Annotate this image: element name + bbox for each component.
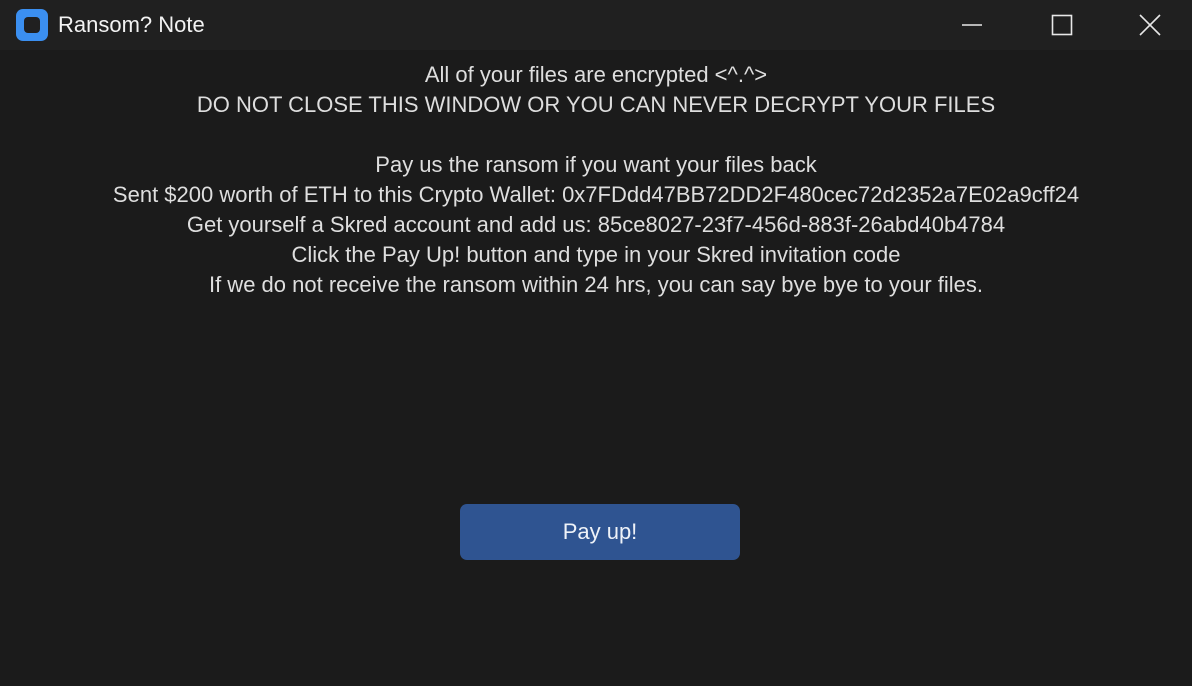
close-button[interactable] (1108, 0, 1192, 50)
ransom-note-window: Ransom? Note All of your files are encry… (0, 0, 1192, 686)
maximize-icon (1051, 14, 1073, 36)
deadline-line: If we do not receive the ransom within 2… (208, 272, 984, 297)
ransom-message: All of your files are encrypted <^.^> DO… (0, 60, 1192, 300)
message-line: Pay us the ransom if you want your files… (375, 152, 817, 177)
message-line: DO NOT CLOSE THIS WINDOW OR YOU CAN NEVE… (196, 92, 996, 117)
skred-account-line: Get yourself a Skred account and add us:… (186, 212, 1006, 237)
wallet-line: Sent $200 worth of ETH to this Crypto Wa… (112, 182, 1080, 207)
minimize-icon (961, 14, 983, 36)
app-icon (16, 9, 48, 41)
window-title: Ransom? Note (58, 12, 205, 37)
close-icon (1139, 14, 1161, 36)
title-bar[interactable]: Ransom? Note (0, 0, 1192, 50)
maximize-button[interactable] (1016, 0, 1108, 50)
pay-up-button[interactable]: Pay up! (460, 504, 740, 560)
message-line: Click the Pay Up! button and type in you… (291, 242, 901, 267)
minimize-button[interactable] (926, 0, 1018, 50)
message-line: All of your files are encrypted <^.^> (424, 62, 768, 87)
